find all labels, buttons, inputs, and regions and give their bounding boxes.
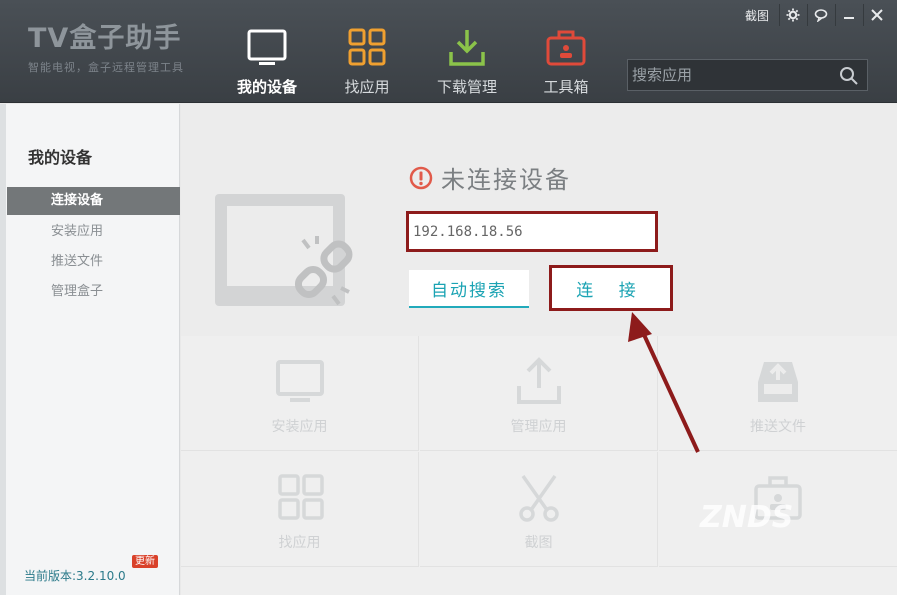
apps-grid-icon [348,28,386,66]
minimize-button[interactable] [835,4,861,26]
tile-screenshot[interactable]: 截图 [420,452,658,567]
auto-search-button[interactable]: 自动搜索 [409,270,529,308]
update-badge[interactable]: 更新 [132,555,158,568]
tile-label: 管理应用 [510,419,567,435]
nav-label: 我的设备 [236,78,297,96]
nav-label: 找应用 [344,78,390,96]
tile-find-apps[interactable]: 找应用 [181,452,419,567]
nav-my-devices[interactable]: 我的设备 [222,26,312,97]
logo-title: TV盒子助手 [28,23,182,54]
connect-panel: 未连接设备 自动搜索 连 接 [181,104,897,336]
tile-label: 找应用 [278,535,321,551]
monitor-icon [275,360,324,402]
window-controls: 截图 [745,4,889,26]
ip-address-input[interactable] [409,214,655,249]
disconnected-tv-icon [215,194,353,306]
connection-status: 未连接设备 [409,160,571,195]
nav-find-apps[interactable]: 找应用 [322,26,412,97]
feedback-button[interactable] [807,4,833,26]
search-box [627,59,868,91]
connect-button[interactable]: 连 接 [552,268,670,308]
speech-bubble-icon [814,9,827,22]
close-icon [870,9,883,21]
sidebar-title: 我的设备 [28,148,93,167]
minimize-icon [843,17,854,19]
sidebar-item-install-app[interactable]: 安装应用 [7,218,180,246]
logo-subtitle: 智能电视，盒子远程管理工具 [28,61,184,74]
watermark-logo: ZNDS [700,500,794,535]
title-bar: TV盒子助手 智能电视，盒子远程管理工具 我的设备 找应用 下载管理 工具箱 搜… [0,0,897,103]
ip-input-highlight [406,211,658,252]
tile-label: 截图 [524,535,553,551]
close-button[interactable] [863,4,889,26]
search-input[interactable] [632,63,828,87]
nav-toolbox[interactable]: 工具箱 [521,26,611,97]
tile-push-file[interactable]: 推送文件 [659,336,897,451]
tile-label: 推送文件 [750,419,806,435]
apps-grid-icon [277,474,324,520]
nav-label: 下载管理 [436,78,497,96]
alert-icon [409,166,433,189]
screenshot-button[interactable]: 截图 [745,7,769,24]
tv-icon [247,29,287,65]
upload-icon [516,357,561,404]
tile-label: 安装应用 [271,419,328,435]
nav-label: 工具箱 [543,78,589,96]
app-logo: TV盒子助手 智能电视，盒子远程管理工具 [28,24,184,75]
status-text: 未连接设备 [441,166,571,194]
tile-manage-app[interactable]: 管理应用 [420,336,658,451]
sidebar: 我的设备 连接设备 安装应用 推送文件 管理盒子 当前版本:3.2.10.0 更… [0,104,180,595]
toolbox-icon [546,30,586,66]
gear-icon [786,8,799,22]
search-icon[interactable] [839,66,859,86]
connect-button-highlight: 连 接 [549,265,673,311]
sidebar-item-connect-device[interactable]: 连接设备 [7,187,180,215]
sidebar-item-push-file[interactable]: 推送文件 [7,248,180,276]
inbox-tray-icon [758,362,798,402]
tile-install-app[interactable]: 安装应用 [181,336,419,451]
scissors-icon [518,474,559,522]
download-icon [449,30,485,66]
version-label: 当前版本:3.2.10.0 [24,569,126,583]
sidebar-item-manage-box[interactable]: 管理盒子 [7,278,180,306]
settings-button[interactable] [779,4,805,26]
nav-download-manager[interactable]: 下载管理 [422,26,512,97]
